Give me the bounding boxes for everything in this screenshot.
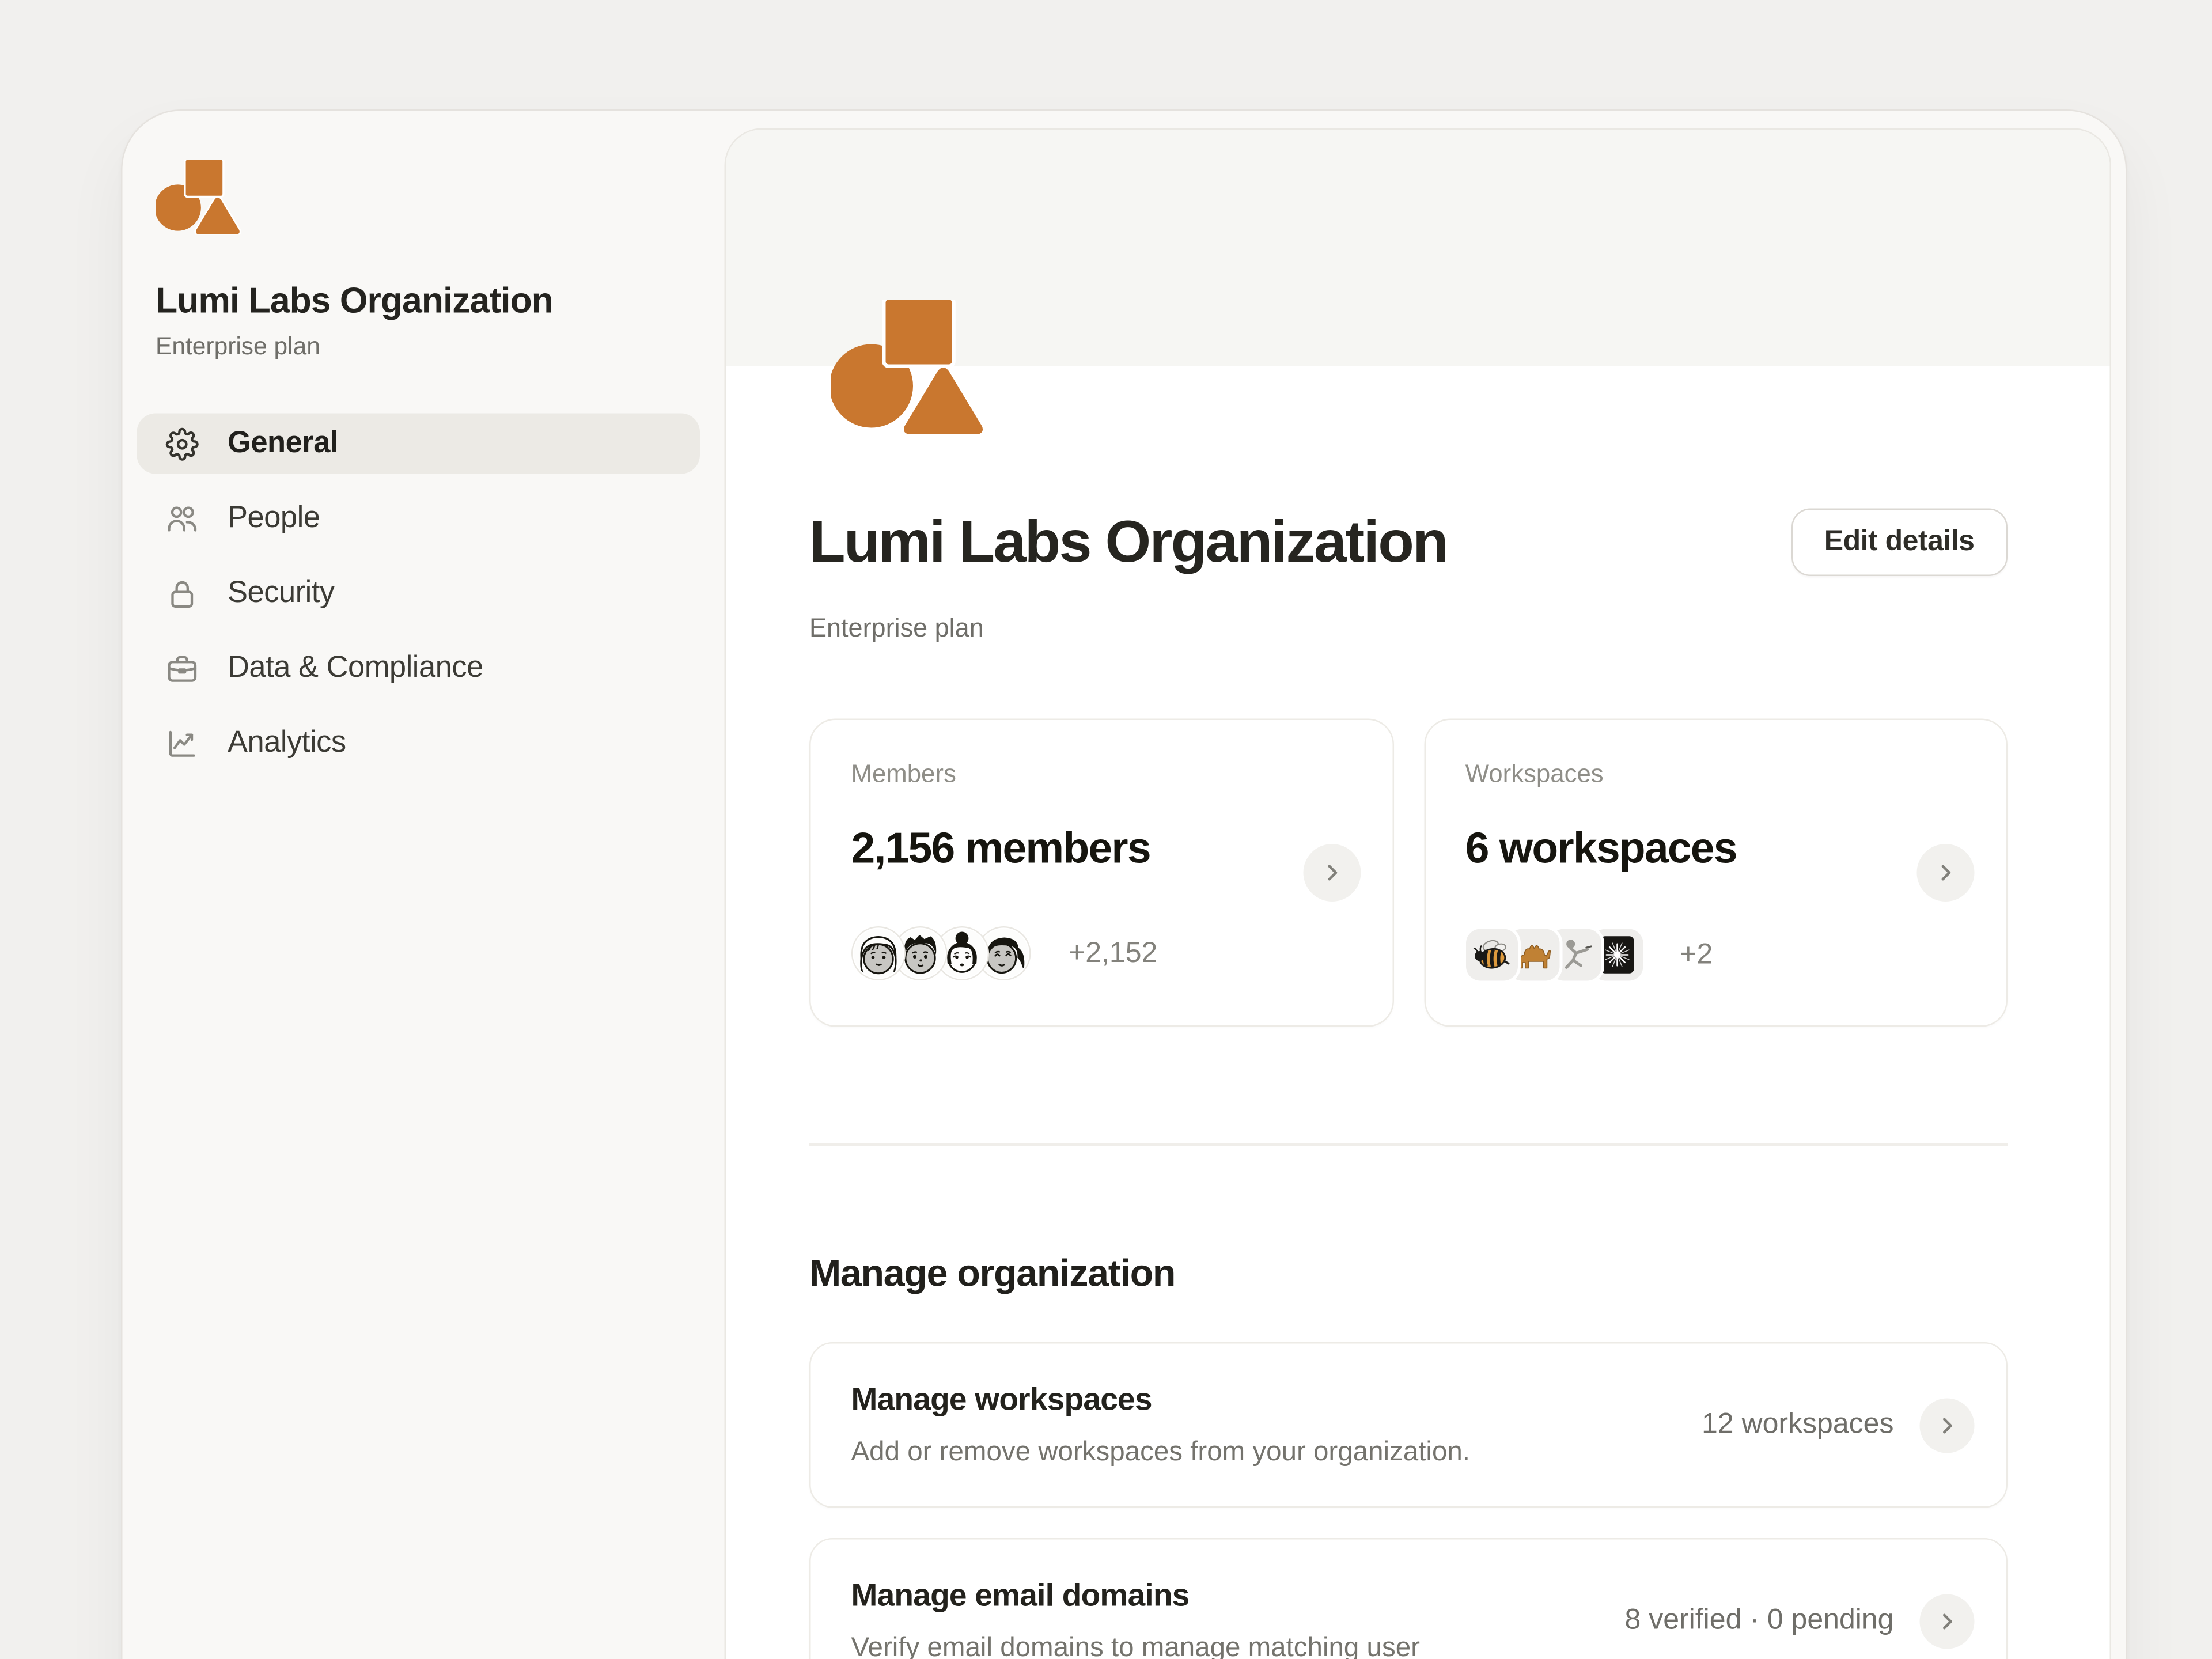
org-logo [156,160,245,235]
row-value: 8 verified · 0 pending [1625,1604,1894,1638]
row-description: Add or remove workspaces from your organ… [851,1437,1471,1469]
chevron-right-icon [1319,860,1344,886]
chevron-right-icon [1933,860,1959,886]
manage-email-domains-row[interactable]: Manage email domains Verify email domain… [809,1538,2008,1659]
manage-email-domains-meta: 8 verified · 0 pending [1625,1593,1975,1648]
page: Lumi Labs Organization Enterprise plan G… [0,0,2212,1659]
manage-workspaces-row[interactable]: Manage workspaces Add or remove workspac… [809,1342,2008,1508]
members-value: 2,156 members [851,825,1352,874]
manage-email-domains-text: Manage email domains Verify email domain… [851,1577,1420,1659]
workspaces-label: Workspaces [1465,759,1966,790]
sidebar-item-label: Analytics [228,726,346,760]
page-title: Lumi Labs Organization [809,509,1447,577]
workspaces-card[interactable]: Workspaces 6 workspaces [1423,719,2008,1027]
lock-icon [166,577,199,610]
org-logo-large [831,300,993,435]
sidebar-item-label: Security [228,576,335,611]
sidebar-item-label: General [228,426,338,461]
workspaces-overflow-count: +2 [1680,938,1713,972]
manage-email-domains-chevron-button[interactable] [1920,1593,1975,1648]
manage-workspaces-meta: 12 workspaces [1702,1397,1975,1452]
sidebar-nav: General People [137,414,700,774]
avatar-woman-light-hair [851,926,906,981]
row-description: Verify email domains to manage matching … [851,1633,1420,1659]
workspaces-chevron-button[interactable] [1917,844,1975,902]
chart-icon [166,726,199,760]
section-divider [809,1143,2008,1146]
stats-row: Members 2,156 members [809,719,2008,1027]
workspaces-value: 6 workspaces [1465,825,1966,874]
app-window: Lumi Labs Organization Enterprise plan G… [121,109,2127,1659]
row-value: 12 workspaces [1702,1408,1894,1442]
sidebar: Lumi Labs Organization Enterprise plan G… [123,111,725,788]
members-overflow-count: +2,152 [1069,937,1157,970]
edit-details-button[interactable]: Edit details [1791,509,2008,577]
row-title: Manage email domains [851,1577,1420,1615]
sidebar-item-label: People [228,501,320,536]
plan-subtitle: Enterprise plan [809,613,2008,644]
sidebar-item-label: Data & Compliance [228,651,483,685]
sidebar-item-people[interactable]: People [137,488,700,549]
members-label: Members [851,759,1352,790]
manage-workspaces-text: Manage workspaces Add or remove workspac… [851,1381,1471,1469]
members-card[interactable]: Members 2,156 members [809,719,1393,1027]
people-icon [166,502,199,535]
bee-icon [1465,929,1517,981]
org-name: Lumi Labs Organization [156,281,700,323]
manage-workspaces-chevron-button[interactable] [1920,1397,1975,1452]
members-chevron-button[interactable] [1302,844,1360,902]
org-plan: Enterprise plan [156,333,700,362]
manage-section-heading: Manage organization [809,1252,2008,1297]
sidebar-item-analytics[interactable]: Analytics [137,713,700,774]
gear-icon [166,427,199,460]
row-title: Manage workspaces [851,1381,1471,1419]
sidebar-item-data-compliance[interactable]: Data & Compliance [137,638,700,699]
briefcase-icon [166,652,199,685]
main-panel: Lumi Labs Organization Edit details Ente… [725,128,2112,1659]
sidebar-item-security[interactable]: Security [137,563,700,624]
sidebar-item-general[interactable]: General [137,414,700,474]
